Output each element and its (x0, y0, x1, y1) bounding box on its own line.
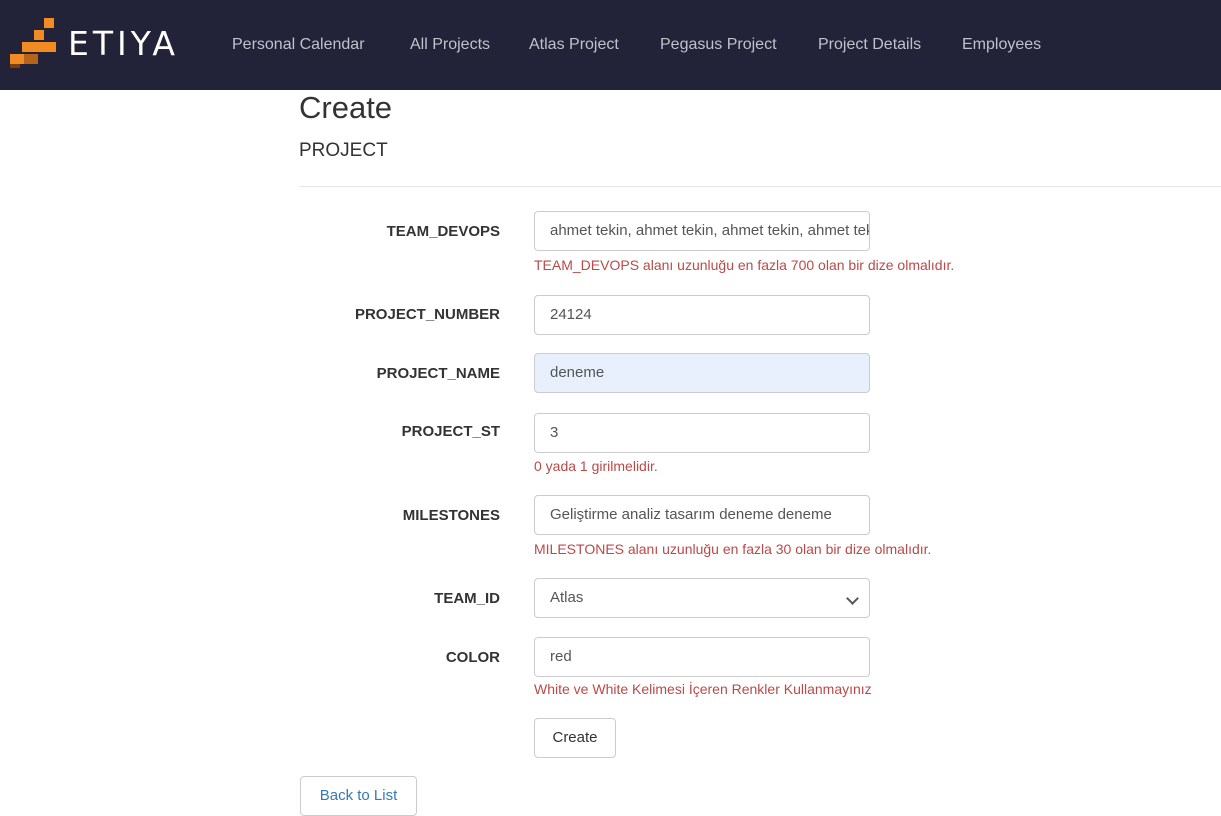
etiya-logo-icon (10, 18, 58, 68)
create-button[interactable]: Create (534, 718, 616, 758)
chevron-down-icon (846, 592, 859, 605)
nav-atlas-project[interactable]: Atlas Project (529, 36, 619, 54)
nav-project-details[interactable]: Project Details (818, 36, 921, 54)
team-id-selected-value: Atlas (550, 589, 584, 606)
top-navbar: ETIYA Personal Calendar All Projects Atl… (0, 0, 1221, 90)
team-devops-error: TEAM_DEVOPS alanı uzunluğu en fazla 700 … (534, 257, 955, 273)
milestones-error: MILESTONES alanı uzunluğu en fazla 30 ol… (534, 541, 932, 557)
project-number-input[interactable]: 24124 (534, 295, 870, 335)
brand-logo[interactable]: ETIYA (10, 18, 210, 68)
divider (299, 186, 1221, 187)
nav-pegasus-project[interactable]: Pegasus Project (660, 36, 777, 54)
team-devops-label: TEAM_DEVOPS (386, 223, 500, 240)
team-devops-input[interactable]: ahmet tekin, ahmet tekin, ahmet tekin, a… (534, 211, 870, 251)
project-name-input[interactable]: deneme (534, 353, 870, 393)
page-title: Create (299, 90, 393, 125)
milestones-input[interactable]: Geliştirme analiz tasarım deneme deneme (534, 495, 870, 535)
team-id-label: TEAM_ID (434, 590, 500, 607)
color-error: White ve White Kelimesi İçeren Renkler K… (534, 681, 872, 697)
project-st-input[interactable]: 3 (534, 413, 870, 453)
back-to-list-link[interactable]: Back to List (300, 776, 417, 816)
page-subtitle: PROJECT (299, 140, 388, 161)
project-number-label: PROJECT_NUMBER (354, 306, 500, 323)
brand-name: ETIYA (68, 24, 179, 63)
nav-personal-calendar[interactable]: Personal Calendar (232, 36, 365, 54)
team-id-select[interactable]: Atlas (534, 578, 870, 618)
project-st-label: PROJECT_ST (401, 423, 500, 440)
nav-employees[interactable]: Employees (962, 36, 1041, 54)
nav-all-projects[interactable]: All Projects (410, 36, 490, 54)
project-st-error: 0 yada 1 girilmelidir. (534, 458, 658, 474)
project-name-label: PROJECT_NAME (376, 365, 500, 382)
color-label: COLOR (445, 649, 500, 666)
milestones-label: MILESTONES (402, 507, 500, 524)
color-input[interactable]: red (534, 637, 870, 677)
